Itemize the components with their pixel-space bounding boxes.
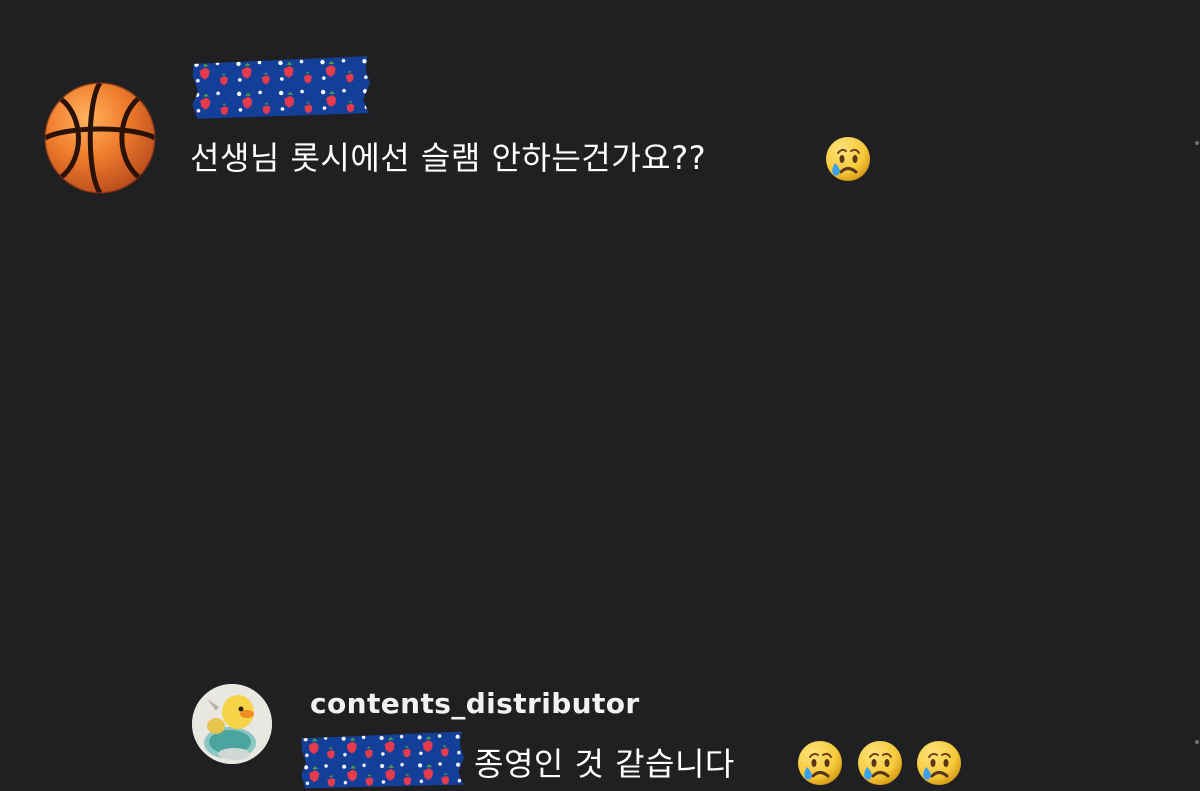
basketball-avatar[interactable]: [44, 82, 156, 194]
duck-toy-icon: [192, 684, 272, 764]
more-options-icon[interactable]: [1195, 740, 1199, 744]
more-options-icon[interactable]: [1195, 141, 1199, 145]
mention-redaction-sticker: [300, 731, 467, 790]
basketball-icon: [44, 82, 156, 194]
comment: 선생님 롯시에선 슬램 안하는건가요??: [0, 0, 1200, 230]
reply-author-name[interactable]: contents_distributor: [310, 686, 640, 722]
reply: contents_distributor 종영인 것 같습니다: [0, 330, 1200, 789]
strawberry-sticker-icon: [301, 731, 464, 789]
reply-text: 종영인 것 같습니다: [474, 745, 735, 783]
duck-toy-avatar[interactable]: [192, 684, 272, 764]
crying-face-emoji-icon: [856, 739, 904, 787]
crying-face-emoji-icon: [824, 135, 872, 183]
strawberry-sticker-icon: [192, 56, 370, 119]
crying-face-emoji-icon: [796, 739, 844, 787]
comment-text: 선생님 롯시에선 슬램 안하는건가요??: [190, 139, 707, 177]
crying-face-emoji-icon: [915, 739, 963, 787]
username-redaction-sticker: [189, 54, 372, 120]
